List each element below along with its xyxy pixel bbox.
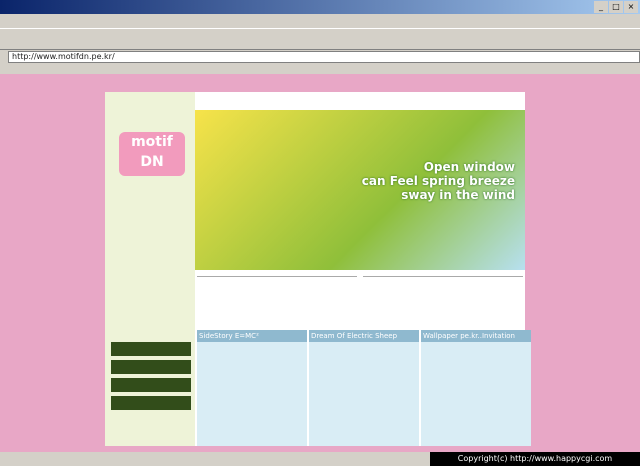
left-column: motif DN xyxy=(105,92,195,446)
hero-image: Open window can Feel spring breeze sway … xyxy=(195,110,525,270)
copyright-footer: Copyright(c) http://www.happycgi.com xyxy=(430,452,640,466)
feature-head: SideStory E=MC² xyxy=(197,330,307,342)
site-page: motif DN Open window can Feel spring bre… xyxy=(105,92,531,446)
menu-bar xyxy=(0,14,640,28)
address-bar: http://www.motifdn.pe.kr/ xyxy=(0,50,640,63)
hero-slogan: Open window can Feel spring breeze sway … xyxy=(362,160,515,202)
news-right-title xyxy=(363,272,523,277)
slogan-line-1: Open window xyxy=(423,160,515,174)
close-button[interactable]: × xyxy=(624,1,638,13)
links-bar xyxy=(0,63,640,74)
banner-1[interactable] xyxy=(111,342,191,356)
address-input[interactable]: http://www.motifdn.pe.kr/ xyxy=(8,50,640,63)
slogan-line-2: can Feel spring breeze xyxy=(361,174,515,188)
feature-sidestory[interactable]: SideStory E=MC² xyxy=(197,330,307,446)
banner-4[interactable] xyxy=(111,396,191,410)
toolbar xyxy=(0,28,640,50)
page-viewport: motif DN Open window can Feel spring bre… xyxy=(0,74,640,452)
banner-2[interactable] xyxy=(111,360,191,374)
window-title-bar: _ □ × xyxy=(0,0,640,14)
maximize-button[interactable]: □ xyxy=(609,1,623,13)
feature-head: Dream Of Electric Sheep xyxy=(309,330,419,342)
slogan-line-3: sway in the wind xyxy=(401,188,515,202)
window-controls: _ □ × xyxy=(594,1,638,13)
site-logo[interactable]: motif DN xyxy=(119,132,185,176)
news-left xyxy=(197,272,357,330)
banner-3[interactable] xyxy=(111,378,191,392)
feature-wallpaper[interactable]: Wallpaper pe.kr..Invitation xyxy=(421,330,531,446)
minimize-button[interactable]: _ xyxy=(594,1,608,13)
feature-head: Wallpaper pe.kr..Invitation xyxy=(421,330,531,342)
news-right xyxy=(363,272,523,330)
feature-dream[interactable]: Dream Of Electric Sheep xyxy=(309,330,419,446)
news-left-title xyxy=(197,272,357,277)
